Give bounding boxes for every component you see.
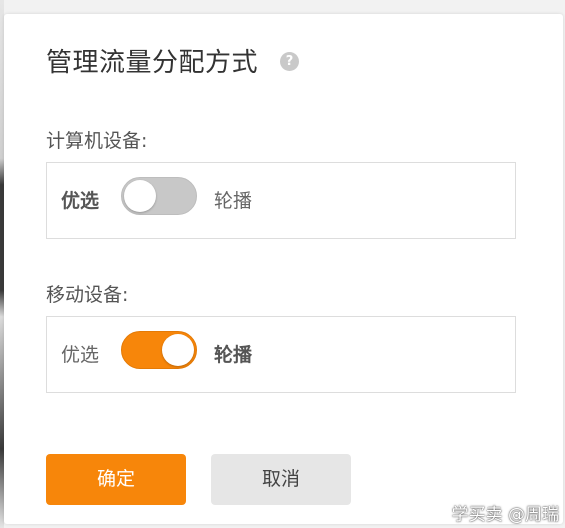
question-circle-icon[interactable]: ? — [280, 52, 299, 71]
computer-option-preferred[interactable]: 优选 — [61, 190, 99, 212]
confirm-button[interactable]: 确定 — [46, 454, 186, 505]
cancel-button[interactable]: 取消 — [211, 454, 351, 505]
mobile-distribution-toggle[interactable] — [121, 331, 197, 369]
traffic-allocation-dialog: 管理流量分配方式 ? 计算机设备: 优选 轮播 移动设备: 优选 轮播 确定 取… — [4, 14, 563, 524]
mobile-option-preferred[interactable]: 优选 — [61, 344, 99, 366]
dialog-title: 管理流量分配方式 — [46, 48, 259, 78]
computer-devices-label: 计算机设备: — [46, 130, 148, 152]
toggle-knob — [124, 180, 156, 212]
computer-distribution-toggle[interactable] — [121, 177, 197, 215]
mobile-devices-option-box: 优选 轮播 — [46, 316, 516, 393]
computer-devices-option-box: 优选 轮播 — [46, 162, 516, 239]
watermark: 学买卖 @周瑞 — [451, 505, 559, 525]
computer-option-rotation[interactable]: 轮播 — [214, 190, 252, 212]
mobile-option-rotation[interactable]: 轮播 — [214, 344, 252, 366]
mobile-devices-label: 移动设备: — [46, 284, 129, 306]
toggle-knob — [162, 334, 194, 366]
